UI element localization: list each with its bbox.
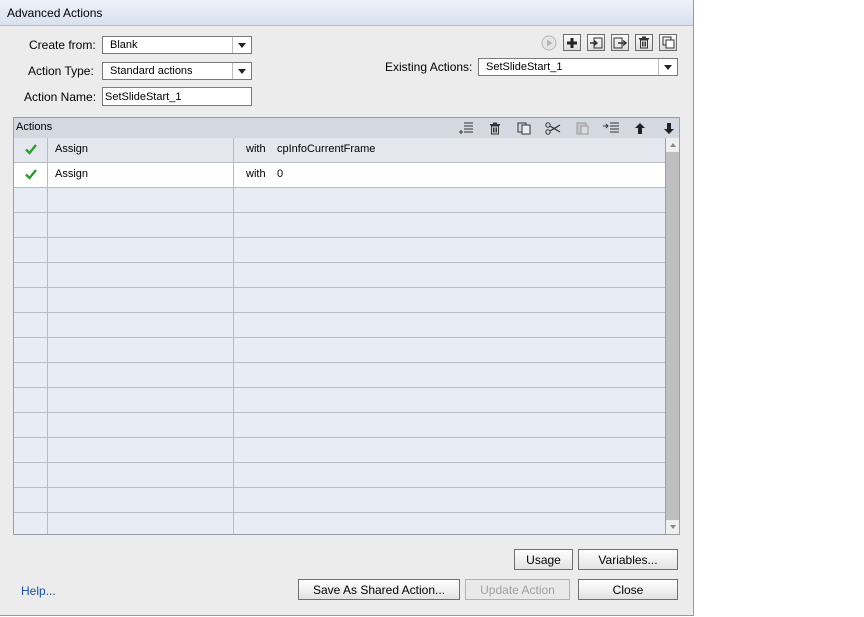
chevron-down-icon[interactable] xyxy=(658,59,677,75)
move-down-icon[interactable] xyxy=(660,120,678,136)
row-command-cell: Assign xyxy=(48,138,234,162)
action-name-field[interactable] xyxy=(102,87,252,106)
action-row[interactable]: Assign with cpInfoCurrentFrame xyxy=(14,138,665,163)
export-icon[interactable] xyxy=(611,34,629,51)
row-keyword: with xyxy=(246,143,266,155)
empty-row[interactable] xyxy=(14,188,665,213)
row-value-cell: with 0 xyxy=(234,163,665,187)
usage-button[interactable]: Usage xyxy=(514,549,573,570)
existing-actions-dropdown[interactable]: SetSlideStart_1 xyxy=(478,58,678,76)
import-icon[interactable] xyxy=(587,34,605,51)
row-command: Assign xyxy=(55,143,89,155)
help-link[interactable]: Help... xyxy=(21,584,56,598)
copy-row-icon[interactable] xyxy=(515,120,533,136)
update-action-button[interactable]: Update Action xyxy=(465,579,570,600)
add-icon[interactable] xyxy=(563,34,581,51)
row-keyword: with xyxy=(246,168,266,180)
action-name-input[interactable] xyxy=(103,88,251,105)
save-as-shared-action-button[interactable]: Save As Shared Action... xyxy=(298,579,460,600)
check-icon xyxy=(25,144,37,155)
duplicate-icon[interactable] xyxy=(659,34,677,51)
row-command: Assign xyxy=(55,168,89,180)
variables-button[interactable]: Variables... xyxy=(578,549,678,570)
chevron-down-icon[interactable] xyxy=(232,63,251,79)
row-status-cell xyxy=(14,163,48,187)
actions-panel-header: Actions xyxy=(14,118,679,139)
empty-row[interactable] xyxy=(14,463,665,488)
move-up-icon[interactable] xyxy=(631,120,649,136)
empty-row[interactable] xyxy=(14,213,665,238)
empty-row[interactable] xyxy=(14,413,665,438)
row-value: 0 xyxy=(277,168,284,180)
insert-row-icon[interactable] xyxy=(457,120,475,136)
preview-icon[interactable] xyxy=(540,34,558,51)
row-command-cell: Assign xyxy=(48,163,234,187)
empty-row[interactable] xyxy=(14,338,665,363)
empty-row[interactable] xyxy=(14,288,665,313)
empty-row[interactable] xyxy=(14,513,665,534)
empty-row[interactable] xyxy=(14,363,665,388)
empty-row[interactable] xyxy=(14,313,665,338)
window-title: Advanced Actions xyxy=(7,6,103,20)
existing-actions-label: Existing Actions: xyxy=(385,60,473,74)
create-from-value: Blank xyxy=(110,39,138,51)
indent-icon[interactable] xyxy=(602,120,620,136)
action-name-label: Action Name: xyxy=(24,90,97,104)
row-value: cpInfoCurrentFrame xyxy=(277,143,376,155)
row-value-cell: with cpInfoCurrentFrame xyxy=(234,138,665,162)
row-status-cell xyxy=(14,138,48,162)
title-bar: Advanced Actions xyxy=(0,0,693,26)
create-from-dropdown[interactable]: Blank xyxy=(102,36,252,54)
vertical-scrollbar[interactable] xyxy=(665,138,679,534)
existing-actions-value: SetSlideStart_1 xyxy=(486,61,563,73)
advanced-actions-dialog: Advanced Actions Create from: Blank Acti… xyxy=(0,0,694,616)
empty-row[interactable] xyxy=(14,238,665,263)
scroll-down-icon[interactable] xyxy=(666,520,679,534)
actions-panel-title: Actions xyxy=(16,121,53,133)
empty-row[interactable] xyxy=(14,438,665,463)
action-type-value: Standard actions xyxy=(110,65,193,77)
paste-icon[interactable] xyxy=(573,120,591,136)
scroll-up-icon[interactable] xyxy=(666,138,679,152)
close-button[interactable]: Close xyxy=(578,579,678,600)
action-type-dropdown[interactable]: Standard actions xyxy=(102,62,252,80)
check-icon xyxy=(25,169,37,180)
action-type-label: Action Type: xyxy=(28,64,94,78)
chevron-down-icon[interactable] xyxy=(232,37,251,53)
create-from-label: Create from: xyxy=(29,38,96,52)
delete-row-icon[interactable] xyxy=(486,120,504,136)
action-row[interactable]: Assign with 0 xyxy=(14,163,665,188)
delete-icon[interactable] xyxy=(635,34,653,51)
actions-panel: Actions Assign with cpInfoCurrentFrame A… xyxy=(13,117,680,535)
empty-row[interactable] xyxy=(14,488,665,513)
empty-row[interactable] xyxy=(14,388,665,413)
cut-icon[interactable] xyxy=(544,120,562,136)
empty-row[interactable] xyxy=(14,263,665,288)
